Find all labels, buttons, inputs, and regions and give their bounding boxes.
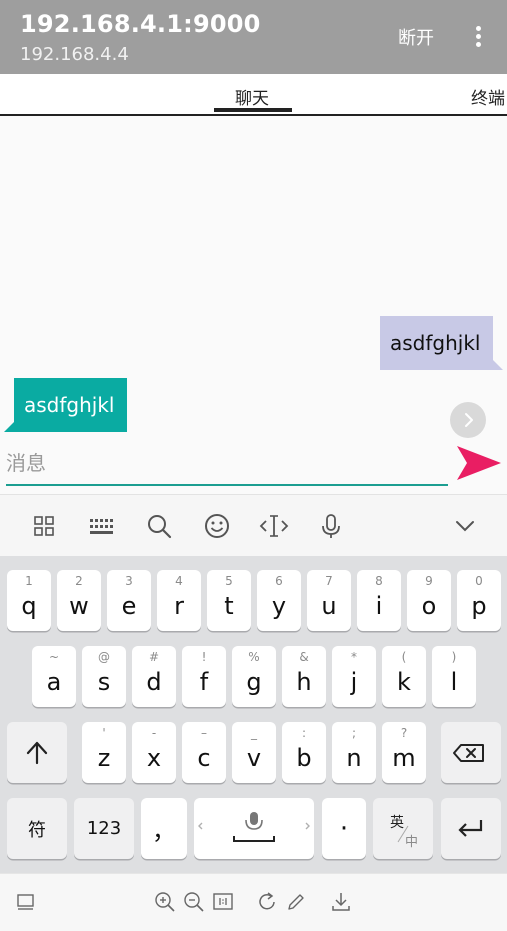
connection-subtitle: 192.168.4.4: [20, 44, 129, 65]
space-key[interactable]: [194, 798, 314, 859]
message-input[interactable]: [6, 446, 448, 486]
shift-arrow-icon: [26, 741, 48, 765]
key-e[interactable]: 3e: [107, 570, 151, 631]
incoming-message: asdfghjkl: [4, 378, 127, 432]
keyboard-toggle-icon[interactable]: [13, 889, 39, 915]
chat-area[interactable]: asdfghjkl asdfghjkl: [0, 116, 507, 494]
cursor-icon[interactable]: [257, 509, 291, 543]
chevron-right-icon: [465, 413, 473, 427]
key-u[interactable]: 7u: [307, 570, 351, 631]
rotate-icon[interactable]: [254, 889, 280, 915]
tab-chat[interactable]: 聊天: [235, 84, 269, 109]
symbols-key[interactable]: 符: [7, 798, 67, 859]
keyboard-toolbar: [0, 494, 507, 556]
key-y[interactable]: 6y: [257, 570, 301, 631]
key-l[interactable]: ) l: [432, 646, 476, 707]
key-w[interactable]: 2w: [57, 570, 101, 631]
key-q[interactable]: 1q: [7, 570, 51, 631]
search-icon[interactable]: [142, 509, 176, 543]
key-c[interactable]: – c: [182, 722, 226, 783]
bottom-toolbar: [0, 873, 507, 931]
backspace-key[interactable]: [441, 722, 501, 783]
key-k[interactable]: (k: [382, 646, 426, 707]
zoom-in-icon[interactable]: [152, 889, 178, 915]
key-f[interactable]: ! f: [182, 646, 226, 707]
key-t[interactable]: 5t: [207, 570, 251, 631]
key-m[interactable]: ? m: [382, 722, 426, 783]
key-o[interactable]: 9o: [407, 570, 451, 631]
language-switch-key[interactable]: 英 中: [373, 798, 433, 859]
key-z[interactable]: ' z: [82, 722, 126, 783]
comma-key[interactable]: ，: [141, 798, 187, 859]
shift-key[interactable]: [7, 722, 67, 783]
key-b[interactable]: :b: [282, 722, 326, 783]
title-bar: 192.168.4.1:9000 192.168.4.4 断开: [0, 0, 507, 74]
numbers-key[interactable]: 123: [74, 798, 134, 859]
grid-icon[interactable]: [27, 509, 61, 543]
send-icon: [457, 446, 501, 480]
period-key[interactable]: ·: [322, 798, 366, 859]
key-s[interactable]: @ s: [82, 646, 126, 707]
key-n[interactable]: ; n: [332, 722, 376, 783]
key-a[interactable]: ~ a: [32, 646, 76, 707]
one-to-one-icon[interactable]: [210, 889, 236, 915]
emoji-icon[interactable]: [200, 509, 234, 543]
more-options-icon[interactable]: [472, 24, 486, 50]
edit-icon[interactable]: [283, 889, 309, 915]
connection-title: 192.168.4.1:9000: [20, 10, 261, 38]
disconnect-button[interactable]: 断开: [398, 24, 434, 50]
key-x[interactable]: -x: [132, 722, 176, 783]
soft-keyboard: 1q 2w 3e 4r 5t 6y 7u 8i 9o 0p ~ a @ s # d !…: [0, 556, 507, 873]
mic-icon[interactable]: [314, 509, 348, 543]
zoom-out-icon[interactable]: [181, 889, 207, 915]
tab-bar: 聊天 终端: [0, 74, 507, 116]
download-icon[interactable]: [328, 889, 354, 915]
key-p[interactable]: 0p: [457, 570, 501, 631]
key-j[interactable]: * j: [332, 646, 376, 707]
send-button[interactable]: [455, 442, 503, 486]
space-mic-icon: [198, 812, 310, 842]
language-divider: [397, 825, 409, 843]
enter-icon: [458, 820, 483, 837]
backspace-icon: [453, 744, 484, 762]
outgoing-message: asdfghjkl: [380, 316, 503, 370]
key-v[interactable]: _ v: [232, 722, 276, 783]
key-i[interactable]: 8i: [357, 570, 401, 631]
key-g[interactable]: % g: [232, 646, 276, 707]
key-r[interactable]: 4r: [157, 570, 201, 631]
tab-terminal[interactable]: 终端: [471, 84, 505, 109]
active-tab-indicator: [214, 108, 292, 112]
key-h[interactable]: & h: [282, 646, 326, 707]
chevron-down-icon[interactable]: [448, 509, 482, 543]
scroll-to-bottom-button[interactable]: [450, 402, 486, 438]
keyboard-icon[interactable]: [85, 509, 119, 543]
enter-key[interactable]: [441, 798, 501, 859]
key-d[interactable]: # d: [132, 646, 176, 707]
